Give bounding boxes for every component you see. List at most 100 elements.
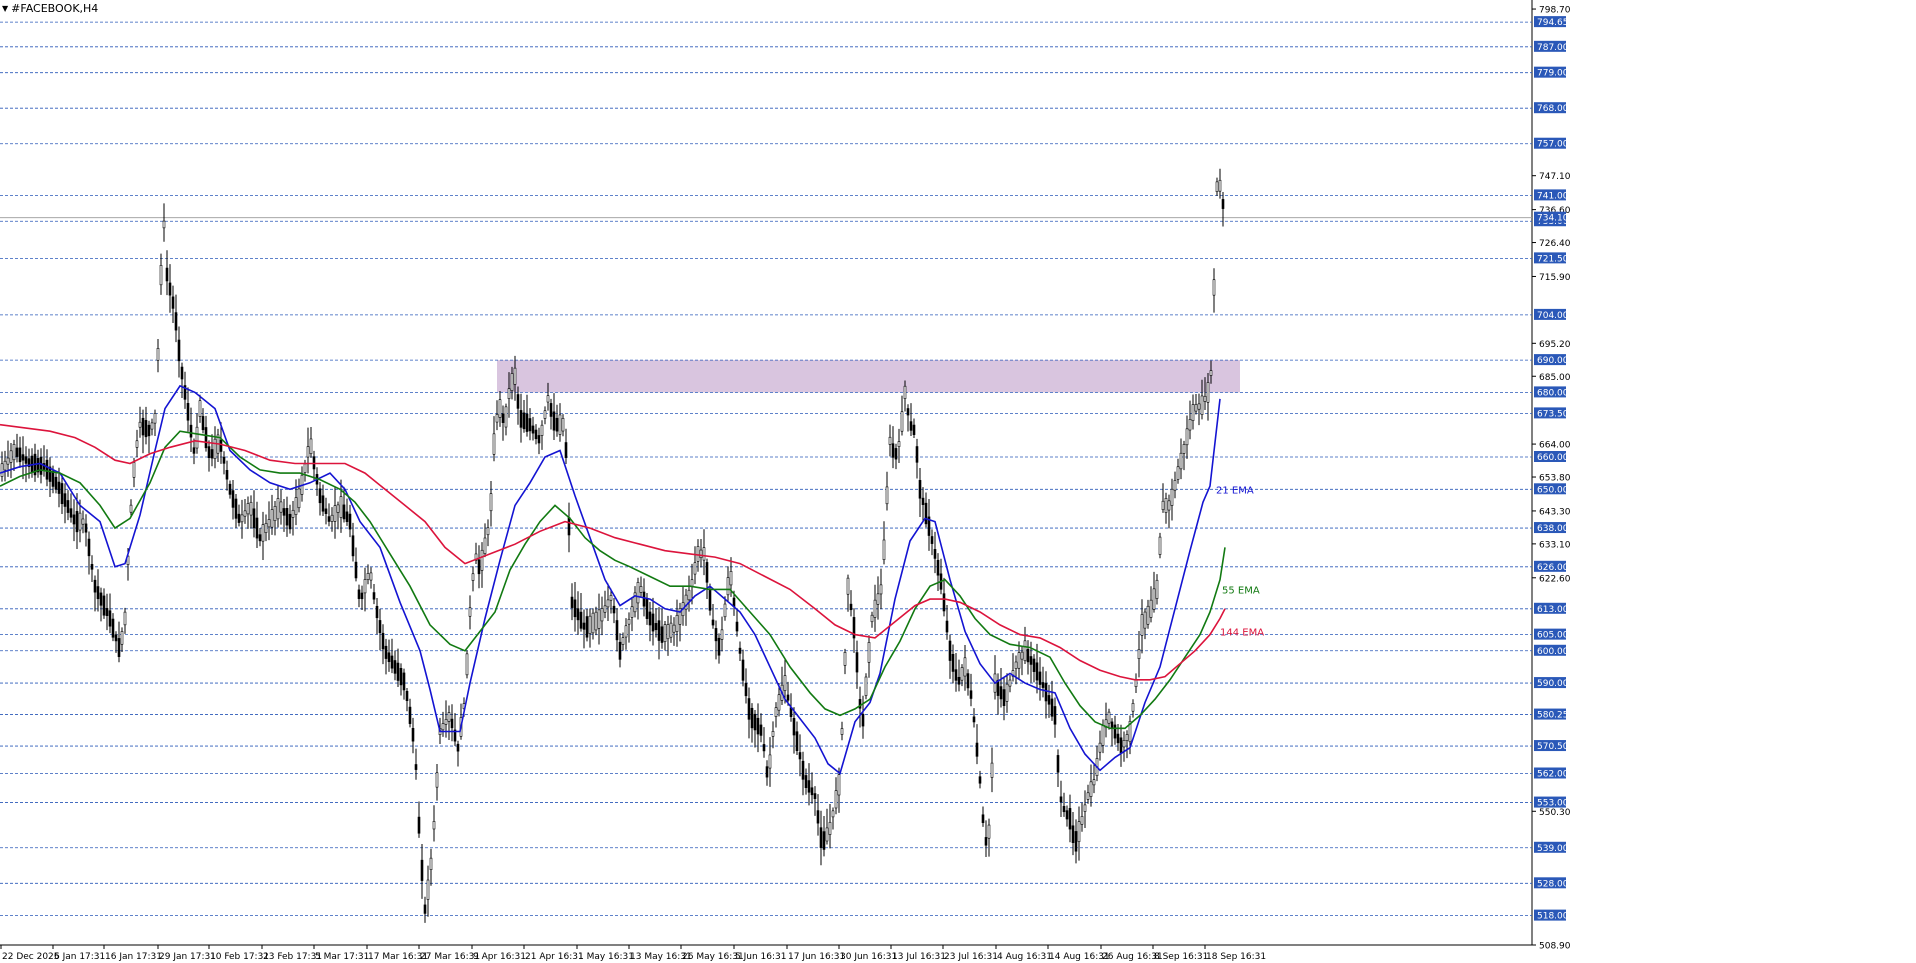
chart-window[interactable]: 21 EMA 55 EMA 144 EMA 798.70 747.10 736.60 726… bbox=[0, 0, 1916, 963]
candle-body bbox=[444, 719, 448, 725]
candle-body bbox=[1200, 395, 1204, 415]
time-tick-label: 13 Jul 16:31 bbox=[892, 952, 946, 962]
candle-body bbox=[1008, 679, 1012, 687]
candle-body bbox=[165, 267, 169, 282]
candle-body bbox=[1206, 382, 1210, 403]
candle-body bbox=[99, 592, 103, 606]
candle-body bbox=[402, 672, 406, 691]
candle-body bbox=[921, 497, 925, 505]
level-tag-label: 600.00 bbox=[1537, 647, 1569, 657]
candle-body bbox=[324, 508, 328, 514]
candle-body bbox=[516, 394, 520, 409]
candle-body bbox=[909, 421, 913, 431]
candle-body bbox=[1131, 703, 1135, 712]
time-tick-label: 8 Sep 16:31 bbox=[1154, 952, 1208, 962]
candle-body bbox=[906, 408, 910, 416]
candle-body bbox=[603, 605, 607, 613]
candle-body bbox=[519, 410, 523, 428]
chart-canvas[interactable]: 21 EMA55 EMA144 EMA798.70747.10736.60726… bbox=[0, 0, 1916, 963]
candle-body bbox=[828, 821, 832, 835]
candle-body bbox=[507, 388, 511, 399]
candle-body bbox=[1026, 649, 1030, 663]
candle-body bbox=[708, 589, 712, 611]
candle-body bbox=[582, 622, 586, 630]
candle-body bbox=[741, 659, 745, 681]
candle-body bbox=[1092, 779, 1096, 786]
candle-body bbox=[372, 592, 376, 600]
candle-body bbox=[1020, 651, 1024, 660]
candle-body bbox=[654, 623, 658, 631]
candle-body bbox=[558, 414, 562, 435]
candle-body bbox=[873, 599, 877, 618]
candle-body bbox=[984, 837, 988, 846]
candle-body bbox=[666, 624, 670, 640]
candle-body bbox=[1152, 588, 1156, 610]
candle-body bbox=[786, 694, 790, 701]
candle-body bbox=[387, 652, 391, 663]
candle-body bbox=[189, 424, 193, 438]
candle-body bbox=[912, 424, 916, 435]
candle-body bbox=[699, 549, 703, 559]
candle-body bbox=[690, 579, 694, 587]
candle-body bbox=[951, 654, 955, 672]
candle-body bbox=[1194, 404, 1198, 412]
candle-body bbox=[882, 539, 886, 560]
candle-body bbox=[276, 498, 280, 520]
candle-body bbox=[813, 793, 817, 799]
candle-body bbox=[63, 493, 67, 507]
candle-body bbox=[132, 462, 136, 478]
candle-body bbox=[207, 446, 211, 459]
candle-body bbox=[597, 609, 601, 629]
candle-body bbox=[366, 573, 370, 580]
axis-tick-label: 550.30 bbox=[1539, 808, 1571, 818]
candle-body bbox=[255, 517, 259, 539]
candle-body bbox=[360, 592, 364, 600]
candle-body bbox=[264, 523, 268, 534]
candle-body bbox=[897, 441, 901, 447]
candle-body bbox=[348, 513, 352, 530]
candle-body bbox=[1110, 721, 1114, 728]
candle-body bbox=[945, 620, 949, 633]
candle-body bbox=[363, 579, 367, 594]
candle-body bbox=[777, 694, 781, 711]
candle-body bbox=[525, 413, 529, 432]
candle-body bbox=[186, 402, 190, 421]
time-tick-label: 14 Aug 16:31 bbox=[1049, 952, 1110, 962]
candle-body bbox=[60, 483, 64, 505]
candle-body bbox=[510, 373, 514, 391]
level-tag-label: 704.00 bbox=[1537, 311, 1569, 321]
candle-body bbox=[1038, 671, 1042, 685]
candle-body bbox=[396, 662, 400, 681]
triangle-down-icon[interactable]: ▼ bbox=[2, 3, 8, 14]
candle-body bbox=[726, 577, 730, 596]
candle-body bbox=[6, 457, 10, 465]
candle-body bbox=[894, 448, 898, 460]
candle-body bbox=[321, 495, 325, 512]
candle-body bbox=[1062, 806, 1066, 813]
candle-body bbox=[831, 810, 835, 818]
supply-zone bbox=[497, 360, 1240, 393]
time-tick-label: 5 Jun 16:31 bbox=[735, 952, 786, 962]
candle-body bbox=[747, 698, 751, 720]
candle-body bbox=[306, 446, 310, 458]
current-price-tag-label: 734.10 bbox=[1537, 214, 1569, 224]
candle-body bbox=[198, 400, 202, 417]
candle-body bbox=[390, 655, 394, 669]
candle-body bbox=[288, 513, 292, 530]
candle-body bbox=[1185, 428, 1189, 446]
candle-body bbox=[579, 611, 583, 629]
candle-body bbox=[663, 624, 667, 642]
candle-body bbox=[717, 637, 721, 656]
candle-body bbox=[339, 496, 343, 518]
candle-body bbox=[378, 620, 382, 633]
candle-body bbox=[159, 265, 163, 286]
time-tick-label: 23 Jul 16:31 bbox=[944, 952, 998, 962]
candle-body bbox=[588, 615, 592, 635]
time-tick-label: 9 Apr 16:31 bbox=[473, 952, 526, 962]
candle-body bbox=[261, 524, 265, 542]
candle-body bbox=[855, 652, 859, 673]
candle-body bbox=[531, 425, 535, 434]
candle-body bbox=[879, 584, 883, 595]
candle-body bbox=[234, 498, 238, 519]
candle-body bbox=[1122, 740, 1126, 748]
